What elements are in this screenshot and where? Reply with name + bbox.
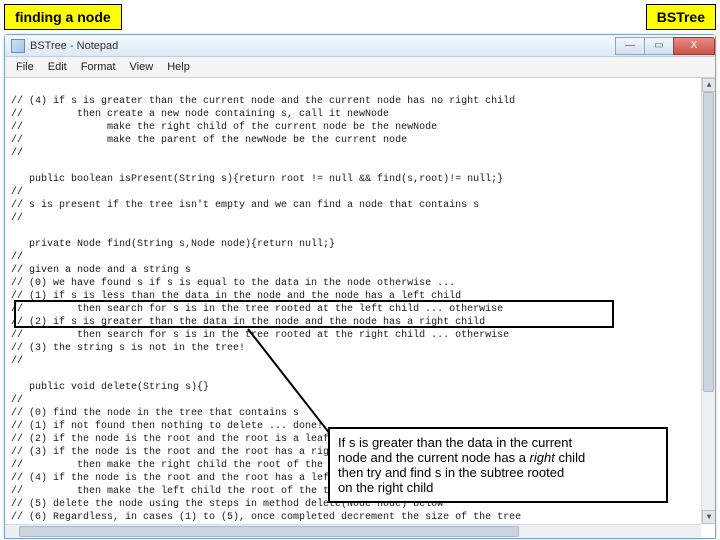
code-line: // s is present if the tree isn't empty … <box>11 200 479 211</box>
code-line: // (6) Regardless, in cases (1) to (5), … <box>11 512 521 523</box>
header-right-tag: BSTree <box>646 4 716 30</box>
code-line: // <box>11 148 23 159</box>
scrollbar-thumb-h[interactable] <box>19 526 519 537</box>
scroll-up-icon[interactable]: ▲ <box>702 78 715 92</box>
callout-text: child <box>555 450 585 465</box>
menubar: File Edit Format View Help <box>5 57 715 78</box>
code-line: public void delete(String s){} <box>11 382 209 393</box>
menu-format[interactable]: Format <box>74 59 123 75</box>
menu-view[interactable]: View <box>123 59 161 75</box>
close-button[interactable]: X <box>673 37 715 55</box>
code-line: // (1) if not found then nothing to dele… <box>11 421 323 432</box>
code-line: // (0) find the node in the tree that co… <box>11 408 299 419</box>
window-title: BSTree - Notepad <box>30 40 118 52</box>
callout-text: node and the current node has a <box>338 450 530 465</box>
callout-text: on the right child <box>338 480 433 495</box>
menu-edit[interactable]: Edit <box>41 59 74 75</box>
header-left-tag: finding a node <box>4 4 122 30</box>
scroll-down-icon[interactable]: ▼ <box>702 510 715 524</box>
code-line: public boolean isPresent(String s){retur… <box>11 174 503 185</box>
code-line: // <box>11 187 23 198</box>
code-line: private Node find(String s,Node node){re… <box>11 239 335 250</box>
scrollbar-horizontal[interactable]: ◀ ▶ <box>5 524 701 538</box>
minimize-button[interactable]: — <box>615 37 645 55</box>
notepad-icon <box>11 39 25 53</box>
code-line: // <box>11 395 23 406</box>
titlebar[interactable]: BSTree - Notepad — ▭ X <box>5 35 715 57</box>
code-line: // then create a new node containing s, … <box>11 109 389 120</box>
menu-help[interactable]: Help <box>160 59 197 75</box>
maximize-button[interactable]: ▭ <box>644 37 674 55</box>
menu-file[interactable]: File <box>9 59 41 75</box>
callout-text: If s is greater than the data in the cur… <box>338 435 572 450</box>
scrollbar-thumb-v[interactable] <box>703 92 714 392</box>
code-line: // then search for s is in the tree root… <box>11 304 503 315</box>
code-line: // (2) if s is greater than the data in … <box>11 317 485 328</box>
code-line: // given a node and a string s <box>11 265 191 276</box>
code-line: // <box>11 356 23 367</box>
window-controls: — ▭ X <box>616 37 715 55</box>
code-line: // make the parent of the newNode be the… <box>11 135 407 146</box>
code-line: // (0) we have found s if s is equal to … <box>11 278 455 289</box>
annotation-callout: If s is greater than the data in the cur… <box>328 427 668 503</box>
slide-header: finding a node BSTree <box>0 0 720 32</box>
callout-emph: right <box>530 450 555 465</box>
code-line: // (1) if s is less than the data in the… <box>11 291 461 302</box>
code-line: // (3) the string s is not in the tree! <box>11 343 245 354</box>
code-line: // (4) if s is greater than the current … <box>11 96 515 107</box>
callout-text: then try and find s in the subtree roote… <box>338 465 564 480</box>
code-line: // make the right child of the current n… <box>11 122 437 133</box>
scrollbar-vertical[interactable]: ▲ ▼ <box>701 78 715 524</box>
code-line: // <box>11 252 23 263</box>
code-line: // then search for s is in the tree root… <box>11 330 509 341</box>
code-line: // <box>11 213 23 224</box>
